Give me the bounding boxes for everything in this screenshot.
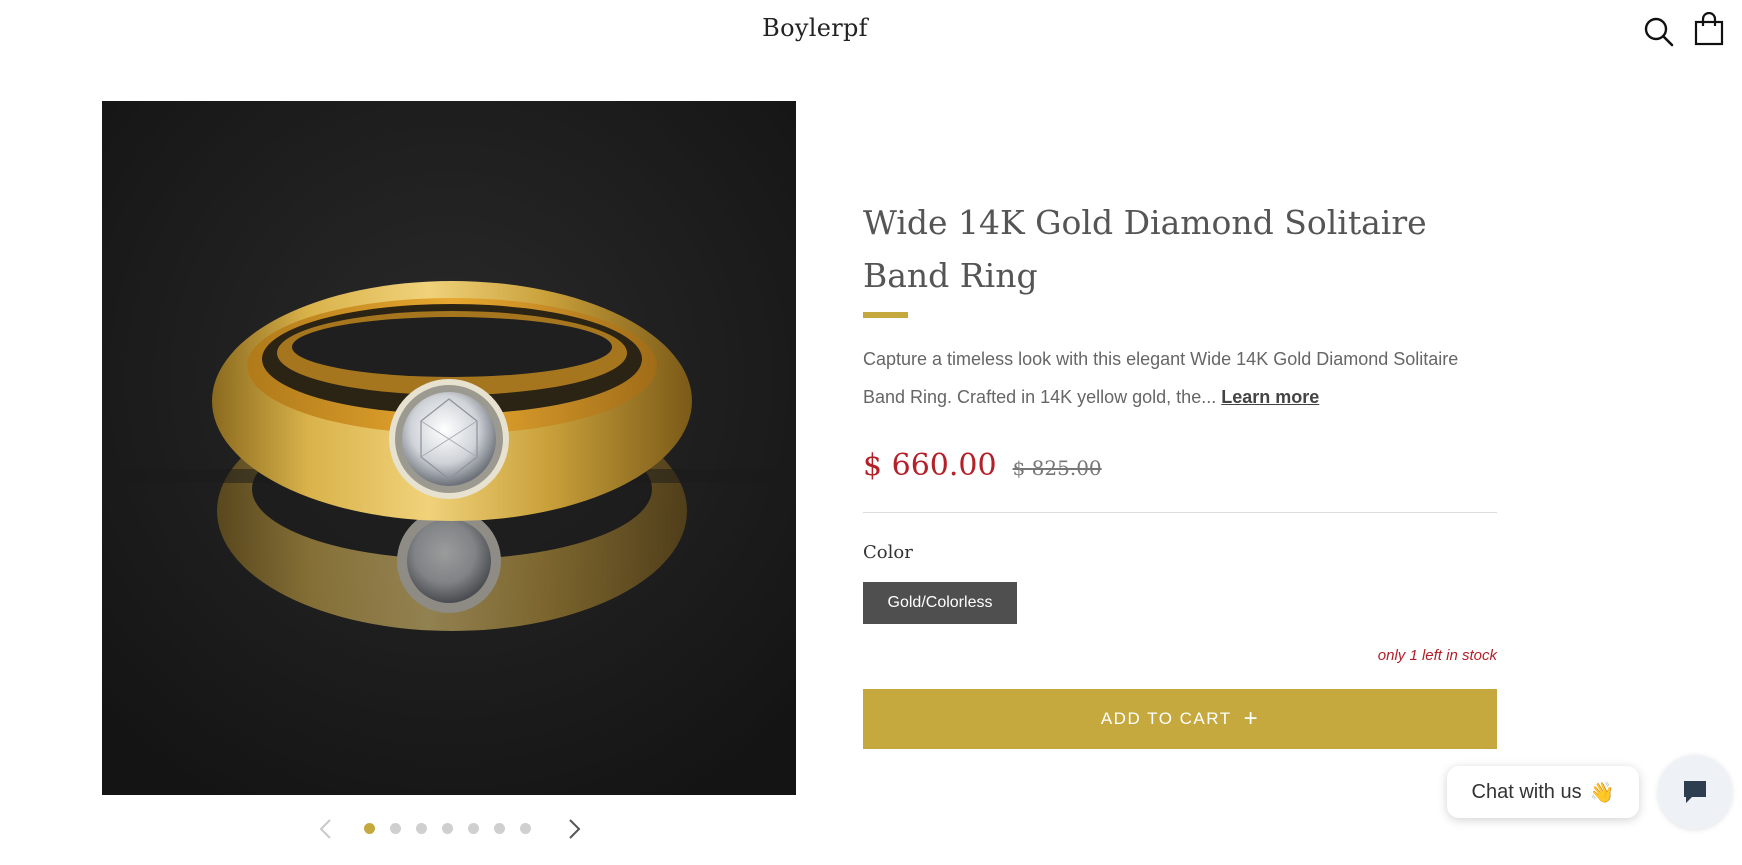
- product-image[interactable]: [102, 101, 796, 795]
- sale-price: $ 660.00: [863, 448, 997, 483]
- search-icon[interactable]: [1643, 16, 1675, 48]
- price-row: $ 660.00 $ 825.00: [863, 448, 1102, 483]
- chat-launcher-button[interactable]: [1658, 755, 1732, 829]
- carousel-dot-1[interactable]: [364, 823, 375, 834]
- cart-icon[interactable]: [1694, 12, 1724, 46]
- product-description: Capture a timeless look with this elegan…: [863, 340, 1503, 416]
- title-accent-rule: [863, 312, 908, 318]
- ring-photo: [102, 101, 796, 795]
- add-to-cart-button[interactable]: ADD TO CART +: [863, 689, 1497, 749]
- previous-arrow-icon[interactable]: [316, 816, 336, 842]
- compare-at-price: $ 825.00: [1012, 456, 1102, 480]
- add-to-cart-label: ADD TO CART: [1100, 709, 1232, 728]
- price-divider: [863, 512, 1497, 513]
- carousel-dot-2[interactable]: [390, 823, 401, 834]
- learn-more-link[interactable]: Learn more: [1221, 387, 1319, 407]
- waving-hand-icon: 👋: [1589, 781, 1615, 804]
- carousel-dot-6[interactable]: [494, 823, 505, 834]
- carousel-dot-5[interactable]: [468, 823, 479, 834]
- plus-icon: +: [1243, 705, 1260, 732]
- carousel-dot-3[interactable]: [416, 823, 427, 834]
- chat-icon: [1684, 781, 1706, 803]
- stock-status: only 1 left in stock: [1377, 647, 1497, 664]
- color-option-gold-colorless[interactable]: Gold/Colorless: [863, 582, 1017, 624]
- description-text: Capture a timeless look with this elegan…: [863, 349, 1459, 407]
- product-title: Wide 14K Gold Diamond Solitaire Band Rin…: [863, 203, 1427, 295]
- site-logo[interactable]: Boylerpf: [0, 14, 1630, 42]
- chat-prompt-bubble[interactable]: Chat with us 👋: [1447, 766, 1639, 818]
- carousel-dot-7[interactable]: [520, 823, 531, 834]
- carousel-dot-4[interactable]: [442, 823, 453, 834]
- color-option-label: Color: [863, 542, 913, 563]
- carousel-dots: [364, 823, 531, 834]
- chat-prompt-label: Chat with us: [1471, 780, 1582, 803]
- next-arrow-icon[interactable]: [564, 816, 584, 842]
